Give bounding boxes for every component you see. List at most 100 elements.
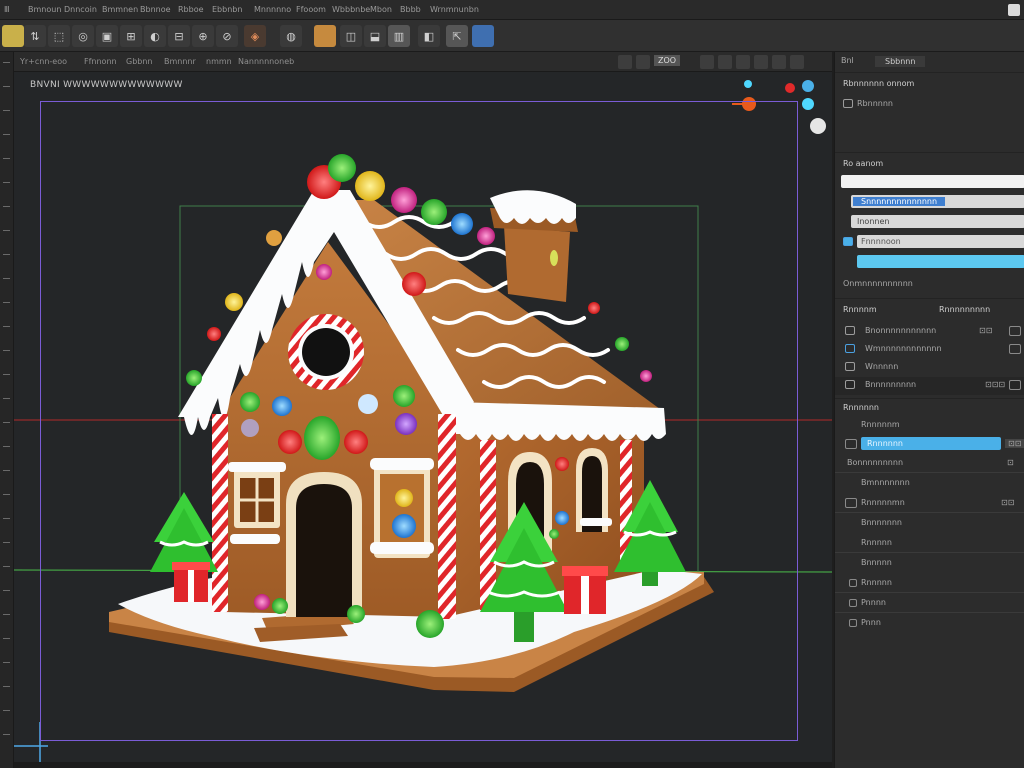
viewport-zoom[interactable]: ZOO [654,55,681,66]
outliner-row-2[interactable]: Wnnnnn [835,359,1024,377]
props-row-label: Bonnnnnnnnn [847,458,904,467]
props-row-6[interactable]: Rnnnnn [835,535,1024,553]
material-row-1[interactable]: Inonnen [857,217,889,226]
tool-button-14[interactable]: ⬓ [364,25,386,47]
viewport-overlay-icon[interactable] [636,55,650,69]
menu-item-10[interactable]: Mbon [370,5,392,14]
props-row-0[interactable]: Rnnnnnm [835,417,1024,435]
ruler-tick [3,374,10,375]
tool-button-10[interactable]: ◈ [244,25,266,47]
tool-material-icon[interactable] [314,25,336,47]
tool-button-15[interactable]: ▥ [388,25,410,47]
menu-item-5[interactable]: Rbboe [178,5,204,14]
visibility-icon[interactable] [1009,326,1021,336]
outliner-row-label: Bnnnnnnnnn [865,380,917,389]
ruler-tick [3,734,10,735]
ruler-tick [3,206,10,207]
ruler-tick [3,518,10,519]
viewport-header: Yr+cnn-eoo Ffnnonn Gbbnn Bmnnnr nmmn Nan… [14,52,832,72]
menu-item-2[interactable]: Dnncoin [64,5,97,14]
material-color-bar[interactable] [857,255,1024,268]
tool-button-6[interactable]: ◐ [144,25,166,47]
props-row-3[interactable]: Bmnnnnnnn [835,475,1024,493]
ruler-tick [3,446,10,447]
viewport-gizmo-icon[interactable] [700,55,714,69]
props-row-icon [849,619,857,627]
tool-button-17[interactable]: ⇱ [446,25,468,47]
viewport-menu-0[interactable]: Yr+cnn-eoo [20,57,67,66]
props-row-9[interactable]: Pnnnn [835,595,1024,613]
outliner-row-value[interactable]: ⊡⊡ [979,326,992,335]
tool-button-2[interactable]: ⬚ [48,25,70,47]
panel-tab-icon-label[interactable]: Bnl [841,56,854,65]
material-name-field[interactable] [841,175,1024,188]
outliner-row-label: Wmnnnnnnnnnnnn [865,344,942,353]
tool-button-11[interactable]: ◍ [280,25,302,47]
tool-button-13[interactable]: ◫ [340,25,362,47]
tool-button-9[interactable]: ⊘ [216,25,238,47]
menu-item-7[interactable]: Mnnnnno [254,5,291,14]
viewport-grid-icon[interactable] [736,55,750,69]
tool-button-3[interactable]: ◎ [72,25,94,47]
tool-button-4[interactable]: ▣ [96,25,118,47]
viewport-camera-icon[interactable] [718,55,732,69]
props-row-7[interactable]: Bnnnnn [835,555,1024,573]
menu-item-9[interactable]: Wbbbnbe [332,5,370,14]
viewport-menu-4[interactable]: nmmn [206,57,232,66]
viewport-render-icon[interactable] [754,55,768,69]
menu-item-1[interactable]: Bmnoun [28,5,61,14]
tool-button-5[interactable]: ⊞ [120,25,142,47]
outliner-row-1[interactable]: Wmnnnnnnnnnnnn [835,341,1024,359]
viewport-expand-icon[interactable] [790,55,804,69]
visibility-icon[interactable] [1009,380,1021,390]
menu-item-3[interactable]: Bmmnen [102,5,138,14]
viewport-menu-1[interactable]: Ffnnonn [84,57,117,66]
object-name[interactable]: Rbnnnnn [857,99,893,108]
menu-item-0[interactable]: Ⅲ [4,5,10,14]
panel-tab-active[interactable]: Sbbnnn [875,56,926,67]
viewport-menu-2[interactable]: Gbbnn [126,57,153,66]
outliner-row-3[interactable]: Bnnnnnnnnn ⊡⊡⊡ [835,377,1024,395]
visibility-icon[interactable] [1009,344,1021,354]
tool-folder-icon[interactable] [2,25,24,47]
ruler-tick [3,590,10,591]
props-row-8[interactable]: Rnnnnn [835,575,1024,593]
window-control-icon[interactable] [1008,4,1020,16]
tool-button-8[interactable]: ⊕ [192,25,214,47]
props-row-label: Pnnnn [861,598,886,607]
props-row-label: Bmnnnnnnn [861,478,910,487]
material-row-0[interactable]: Snnnnnnnnnnnnnn [853,197,946,206]
3d-viewport[interactable]: BNVNI WWWWWWWWWWWWW [14,72,832,762]
props-row-value[interactable]: ⊡⊡ [1005,439,1024,448]
props-row-1[interactable]: Rnnnnnn ⊡⊡ [835,435,1024,453]
ruler-tick [3,662,10,663]
gizmo-y [744,80,752,88]
ruler-tick [3,278,10,279]
props-row-10[interactable]: Pnnn [835,615,1024,633]
tool-button-16[interactable]: ◧ [418,25,440,47]
viewport-menu-5[interactable]: Nannnnnoneb [238,57,294,66]
props-row-value[interactable]: ⊡⊡ [1001,498,1014,507]
props-row-value[interactable]: ⊡ [1007,458,1014,467]
outliner-row-0[interactable]: Bnonnnnnnnnnnn ⊡⊡ [835,323,1024,341]
props-row-4[interactable]: Rnnnnnmn ⊡⊡ [835,495,1024,513]
viewport-shading-icon[interactable] [618,55,632,69]
left-tool-strip [0,52,14,768]
outliner-row-value[interactable]: ⊡⊡⊡ [985,380,1005,389]
menu-item-11[interactable]: Bbbb [400,5,421,14]
menu-bar: Ⅲ Bmnoun Dnncoin Bmmnen Bbnnoe Rbboe Ebb… [0,0,1024,20]
viewport-menu-3[interactable]: Bmnnnr [164,57,196,66]
menu-item-4[interactable]: Bbnnoe [140,5,171,14]
props-row-5[interactable]: Bnnnnnnn [835,515,1024,533]
menu-item-12[interactable]: Wrnmnunbn [430,5,479,14]
menu-item-8[interactable]: Ffooom [296,5,326,14]
material-color-icon[interactable] [843,237,853,246]
menu-item-6[interactable]: Ebbnbn [212,5,242,14]
material-row-2[interactable]: Fnnnnoon [861,237,901,246]
props-row-2[interactable]: Bonnnnnnnnn ⊡ [835,455,1024,473]
tool-render-icon[interactable] [472,25,494,47]
props-row-icon [845,498,857,508]
tool-button-7[interactable]: ⊟ [168,25,190,47]
tool-button-1[interactable]: ⇅ [24,25,46,47]
viewport-settings-icon[interactable] [772,55,786,69]
